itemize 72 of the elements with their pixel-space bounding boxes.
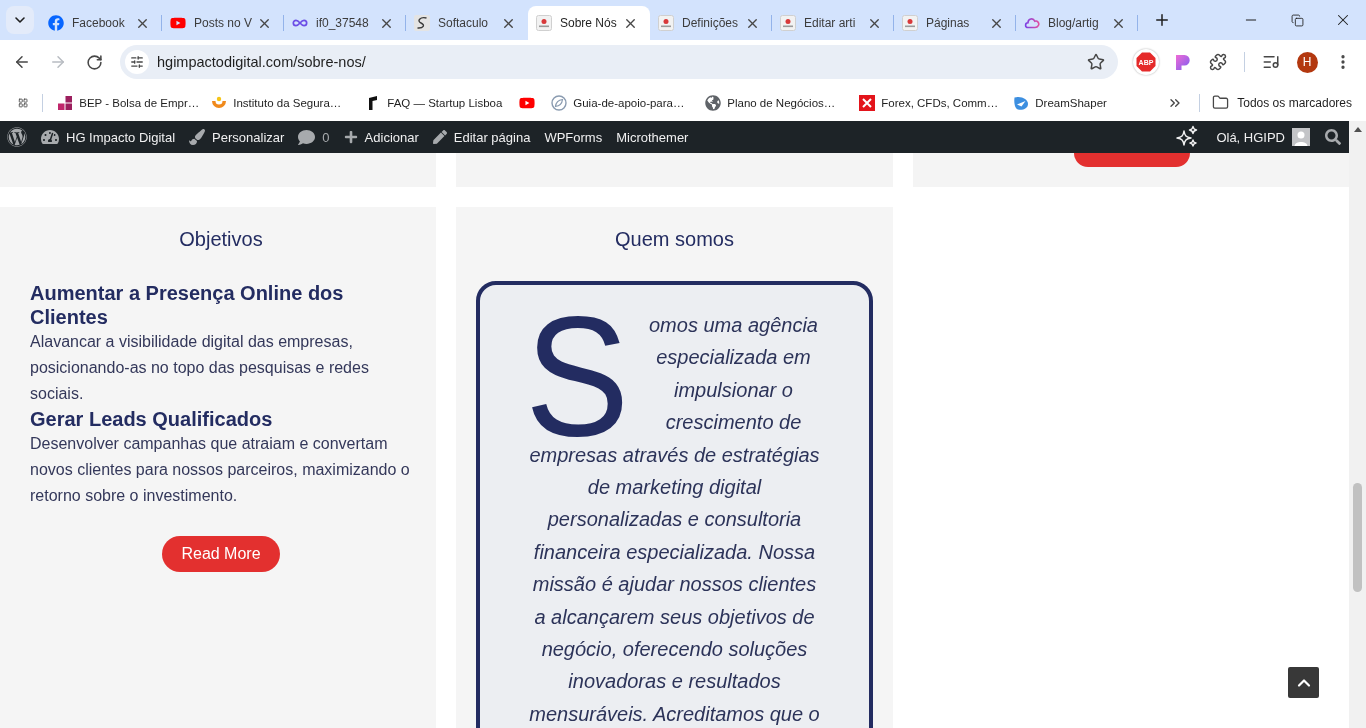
admin-menu-link[interactable]: WPForms: [537, 121, 610, 153]
plus-icon: [343, 130, 358, 144]
account-menu[interactable]: Olá, HGIPD: [1209, 121, 1317, 153]
browser-tab[interactable]: Sobre Nós: [528, 6, 650, 40]
address-bar[interactable]: hgimpactodigital.com/sobre-nos/: [120, 45, 1118, 79]
script-logo-icon: [414, 15, 430, 31]
arc-logo-icon: [211, 94, 228, 111]
scroll-up-arrow-icon[interactable]: [1353, 127, 1362, 132]
new-tab-icon[interactable]: [1153, 11, 1171, 29]
pencil-icon: [432, 130, 447, 144]
brush-icon: [189, 129, 206, 145]
folder-icon: [1212, 94, 1230, 111]
partial-button[interactable]: [1074, 153, 1190, 167]
site-logo-icon: [658, 15, 674, 31]
extension-logo-icon[interactable]: [1173, 53, 1191, 71]
objective-heading: Aumentar a Presença Online dos Clientes: [30, 281, 345, 329]
bookmark-link[interactable]: FAQ — Startup Lisboa: [357, 88, 512, 117]
all-bookmarks-button[interactable]: Todos os marcadores: [1206, 88, 1358, 117]
objective-description: Desenvolver campanhas que atraiam e convertam novos clientes para nossos parceiros, maximizando o retorno sobre o investimento.: [30, 434, 411, 506]
search-icon[interactable]: [1325, 129, 1341, 145]
globe-icon: [705, 94, 722, 111]
playlist-icon[interactable]: [1262, 53, 1280, 71]
x-logo-icon: [859, 94, 876, 111]
site-info-icon[interactable]: [125, 50, 149, 74]
browser-tab[interactable]: Posts no V: [162, 6, 284, 40]
card-title: Quem somos: [614, 227, 735, 251]
browser-tab[interactable]: Softaculo: [406, 6, 528, 40]
comments-link[interactable]: 0: [291, 121, 337, 153]
cloud-logo-icon: [1024, 15, 1040, 31]
bookmark-link[interactable]: Instituto da Segura…: [203, 88, 358, 117]
objective-description: Alavancar a visibilidade digital das empresas, posicionando-as no topo das pesquisas e redes sociais.: [30, 332, 370, 404]
admin-menu-link[interactable]: Microthemer: [609, 121, 696, 153]
browser-tab[interactable]: Páginas: [894, 6, 1016, 40]
bookmark-link[interactable]: Forex, CFDs, Comm…: [851, 88, 1006, 117]
scrollbar[interactable]: [1349, 121, 1366, 728]
squares-logo-icon: [57, 94, 74, 111]
wordpress-logo-icon[interactable]: [7, 127, 27, 147]
bookmark-link[interactable]: Plano de Negócios…: [697, 88, 852, 117]
facebook-icon: [48, 15, 64, 31]
browser-tab[interactable]: Definições: [650, 6, 772, 40]
admin-menu-link[interactable]: Adicionar: [336, 121, 426, 153]
browser-tab[interactable]: Editar arti: [772, 6, 894, 40]
star-icon[interactable]: [1087, 53, 1105, 71]
browser-tab[interactable]: Blog/artig: [1016, 6, 1138, 40]
profile-avatar-button[interactable]: H: [1296, 51, 1318, 73]
site-logo-icon: [780, 15, 796, 31]
gauge-icon: [41, 128, 59, 146]
back-icon[interactable]: [13, 53, 31, 71]
reload-icon[interactable]: [85, 53, 103, 71]
bookmark-link[interactable]: DreamShaper: [1005, 88, 1160, 117]
ring-icon: [551, 94, 568, 111]
restore-icon[interactable]: [1290, 13, 1304, 27]
read-more-button[interactable]: Read More: [162, 536, 280, 572]
puzzle-icon[interactable]: [1209, 53, 1227, 71]
admin-menu-link[interactable]: HG Impacto Digital: [34, 121, 183, 153]
bookmark-link[interactable]: Guia-de-apoio-para…: [543, 88, 698, 117]
scrollbar-thumb[interactable]: [1353, 483, 1362, 592]
admin-menu-link[interactable]: Editar página: [425, 121, 538, 153]
comment-icon: [298, 128, 316, 146]
admin-menu-link[interactable]: Personalizar: [182, 121, 292, 153]
plane-logo-icon: [1013, 94, 1030, 111]
sparkles-icon[interactable]: [1175, 125, 1200, 149]
browser-tab[interactable]: if0_37548: [284, 6, 406, 40]
youtube-icon: [170, 15, 186, 31]
card-title: Objetivos: [178, 227, 264, 251]
objective-heading: Gerar Leads Qualificados: [30, 407, 274, 431]
tab-search-button[interactable]: [6, 6, 34, 34]
site-logo-icon: [902, 15, 918, 31]
browser-tab[interactable]: Facebook: [40, 6, 162, 40]
scroll-to-top-button[interactable]: [1288, 667, 1319, 698]
site-logo-icon: [536, 15, 552, 31]
bookmark-link[interactable]: BEP - Bolsa de Empr…: [49, 88, 204, 117]
